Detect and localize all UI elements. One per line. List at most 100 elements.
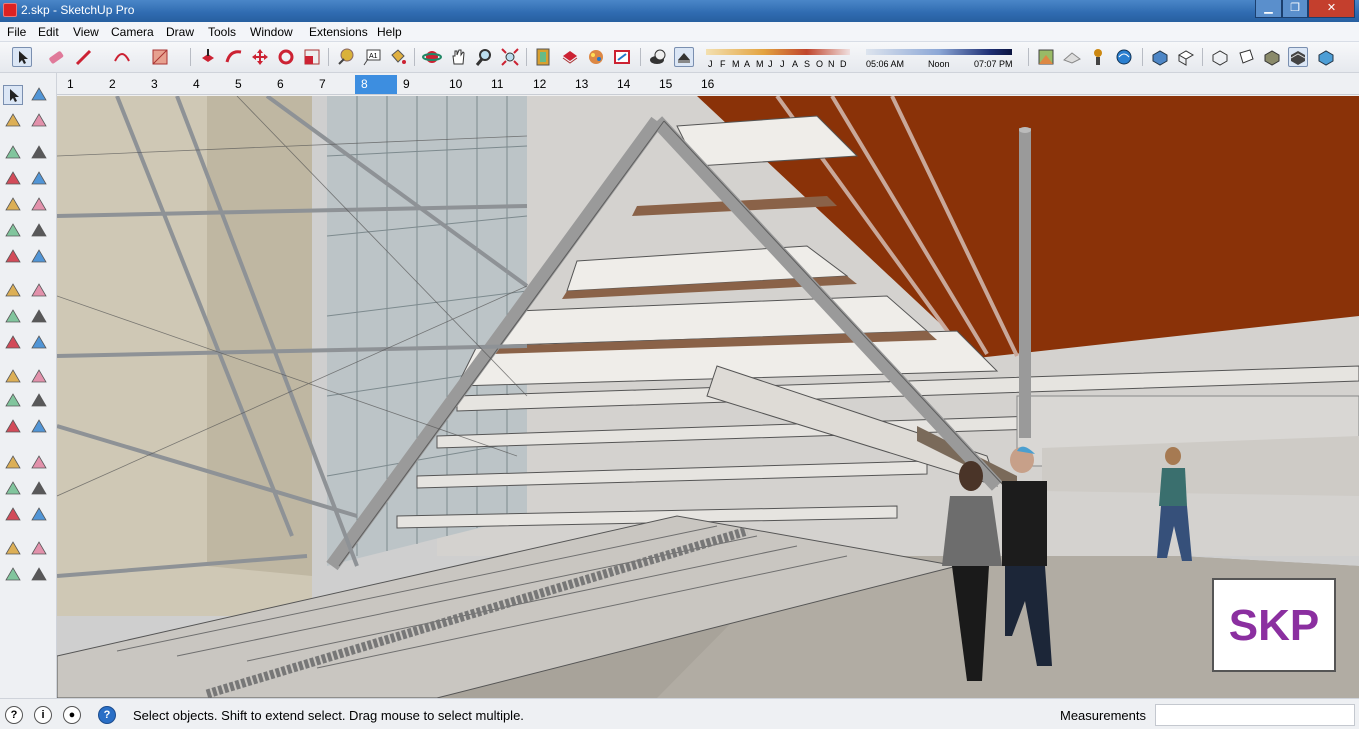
pan-icon[interactable] (29, 453, 49, 473)
rotated-rectangle-icon[interactable] (29, 169, 49, 189)
menu-file[interactable]: File (7, 25, 26, 39)
eraser-icon[interactable] (29, 111, 49, 131)
photo-match-icon[interactable] (1036, 47, 1056, 67)
menu-window[interactable]: Window (250, 25, 293, 39)
orbit-icon[interactable] (422, 47, 442, 67)
text-icon[interactable] (29, 391, 49, 411)
geolocation-status-icon[interactable]: ? (5, 706, 23, 724)
zoom-extents-icon[interactable] (3, 505, 23, 525)
freehand-icon[interactable] (29, 143, 49, 163)
textured-style-icon[interactable] (1288, 47, 1308, 67)
offset-icon[interactable] (29, 333, 49, 353)
scene-tab-4[interactable]: 4 (187, 75, 229, 94)
scale-icon[interactable] (302, 47, 322, 67)
materials-icon[interactable] (586, 47, 606, 67)
pencil-icon[interactable] (74, 47, 94, 67)
scene-tab-1[interactable]: 1 (61, 75, 103, 94)
orbit-icon[interactable] (3, 453, 23, 473)
rotate-icon[interactable] (276, 47, 296, 67)
line-icon[interactable] (3, 143, 23, 163)
menu-tools[interactable]: Tools (208, 25, 236, 39)
move-icon[interactable] (3, 281, 23, 301)
scene-tab-16[interactable]: 16 (695, 75, 737, 94)
follow-me-icon[interactable] (29, 307, 49, 327)
shadow-month-slider[interactable]: J F M A M J J A S O N D (704, 46, 852, 69)
wireframe-style-icon[interactable] (1236, 47, 1256, 67)
shaded-style-icon[interactable] (1262, 47, 1282, 67)
zoom-icon[interactable] (3, 479, 23, 499)
rectangle-icon[interactable] (150, 47, 170, 67)
top-view-icon[interactable] (1176, 47, 1196, 67)
xray-style-icon[interactable] (1210, 47, 1230, 67)
add-location-icon[interactable] (1088, 47, 1108, 67)
menu-extensions[interactable]: Extensions (309, 25, 368, 39)
component-icon[interactable] (29, 85, 49, 105)
scene-tab-15[interactable]: 15 (653, 75, 695, 94)
scene-tab-10[interactable]: 10 (443, 75, 485, 94)
three-point-arc-icon[interactable] (29, 247, 49, 267)
paint-bucket-icon[interactable] (388, 47, 408, 67)
arc-icon[interactable] (112, 47, 132, 67)
previous-view-icon[interactable] (29, 505, 49, 525)
paint-bucket-icon[interactable] (3, 111, 23, 131)
select-icon[interactable] (3, 85, 23, 105)
scene-tab-12[interactable]: 12 (527, 75, 569, 94)
scene-tab-7[interactable]: 7 (313, 75, 355, 94)
pan-icon[interactable] (448, 47, 468, 67)
section-plane-icon[interactable] (29, 565, 49, 585)
protractor-icon[interactable] (3, 391, 23, 411)
menu-draw[interactable]: Draw (166, 25, 194, 39)
modeling-viewport[interactable]: SKP (57, 96, 1359, 698)
components-icon[interactable] (560, 47, 580, 67)
scene-tab-8[interactable]: 8 (355, 75, 397, 94)
scale-icon[interactable] (3, 333, 23, 353)
look-around-icon[interactable] (29, 539, 49, 559)
rectangle-icon[interactable] (3, 169, 23, 189)
text-icon[interactable]: A1 (362, 47, 382, 67)
select-icon[interactable] (12, 47, 32, 67)
menu-view[interactable]: View (73, 25, 99, 39)
two-point-arc-icon[interactable] (3, 247, 23, 267)
menu-camera[interactable]: Camera (111, 25, 154, 39)
pie-icon[interactable] (29, 221, 49, 241)
close-button[interactable]: ✕ (1308, 0, 1355, 18)
minimize-button[interactable]: ▁ (1255, 0, 1282, 18)
zoom-extents-icon[interactable] (500, 47, 520, 67)
axes-icon[interactable] (3, 417, 23, 437)
eraser-icon[interactable] (46, 47, 66, 67)
scene-tab-3[interactable]: 3 (145, 75, 187, 94)
scene-tab-2[interactable]: 2 (103, 75, 145, 94)
3d-text-icon[interactable] (29, 417, 49, 437)
push-pull-icon[interactable] (198, 47, 218, 67)
walk-icon[interactable] (3, 565, 23, 585)
scene-tab-5[interactable]: 5 (229, 75, 271, 94)
monochrome-style-icon[interactable] (1316, 47, 1336, 67)
scene-tab-14[interactable]: 14 (611, 75, 653, 94)
zoom-window-icon[interactable] (29, 479, 49, 499)
follow-me-icon[interactable] (224, 47, 244, 67)
rotate-icon[interactable] (3, 307, 23, 327)
styles-icon[interactable] (612, 47, 632, 67)
shadow-time-slider[interactable]: 05:06 AM Noon 07:07 PM (864, 46, 1014, 69)
scene-tab-6[interactable]: 6 (271, 75, 313, 94)
move-icon[interactable] (250, 47, 270, 67)
info-status-icon[interactable]: i (34, 706, 52, 724)
scene-tab-13[interactable]: 13 (569, 75, 611, 94)
menu-edit[interactable]: Edit (38, 25, 59, 39)
scene-tab-9[interactable]: 9 (397, 75, 439, 94)
arc-icon[interactable] (3, 221, 23, 241)
push-pull-icon[interactable] (29, 281, 49, 301)
scene-tab-11[interactable]: 11 (485, 75, 527, 94)
dimension-icon[interactable] (29, 367, 49, 387)
sketchup-app-icon[interactable] (3, 3, 17, 17)
circle-icon[interactable] (3, 195, 23, 215)
geo-location-icon[interactable] (1114, 47, 1134, 67)
zoom-icon[interactable] (474, 47, 494, 67)
position-camera-icon[interactable] (3, 539, 23, 559)
polygon-icon[interactable] (29, 195, 49, 215)
sandbox-icon[interactable] (1062, 47, 1082, 67)
tape-measure-icon[interactable] (336, 47, 356, 67)
user-account-icon[interactable]: ● (63, 706, 81, 724)
section-icon[interactable] (534, 47, 554, 67)
shadows-icon[interactable] (648, 47, 668, 67)
